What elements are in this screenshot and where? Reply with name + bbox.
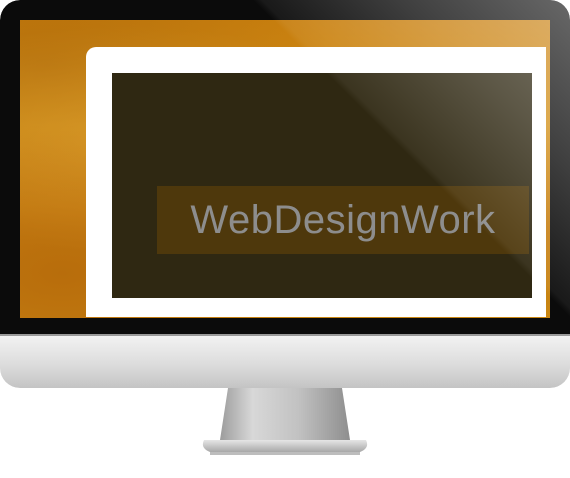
monitor-chin	[0, 336, 570, 388]
monitor-stand-shape	[202, 388, 368, 455]
monitor-stand	[200, 388, 370, 458]
title-banner: WebDesignWork	[157, 186, 529, 254]
site-title: WebDesignWork	[190, 197, 496, 242]
desktop-monitor-icon: WebDesignWork	[0, 0, 570, 388]
